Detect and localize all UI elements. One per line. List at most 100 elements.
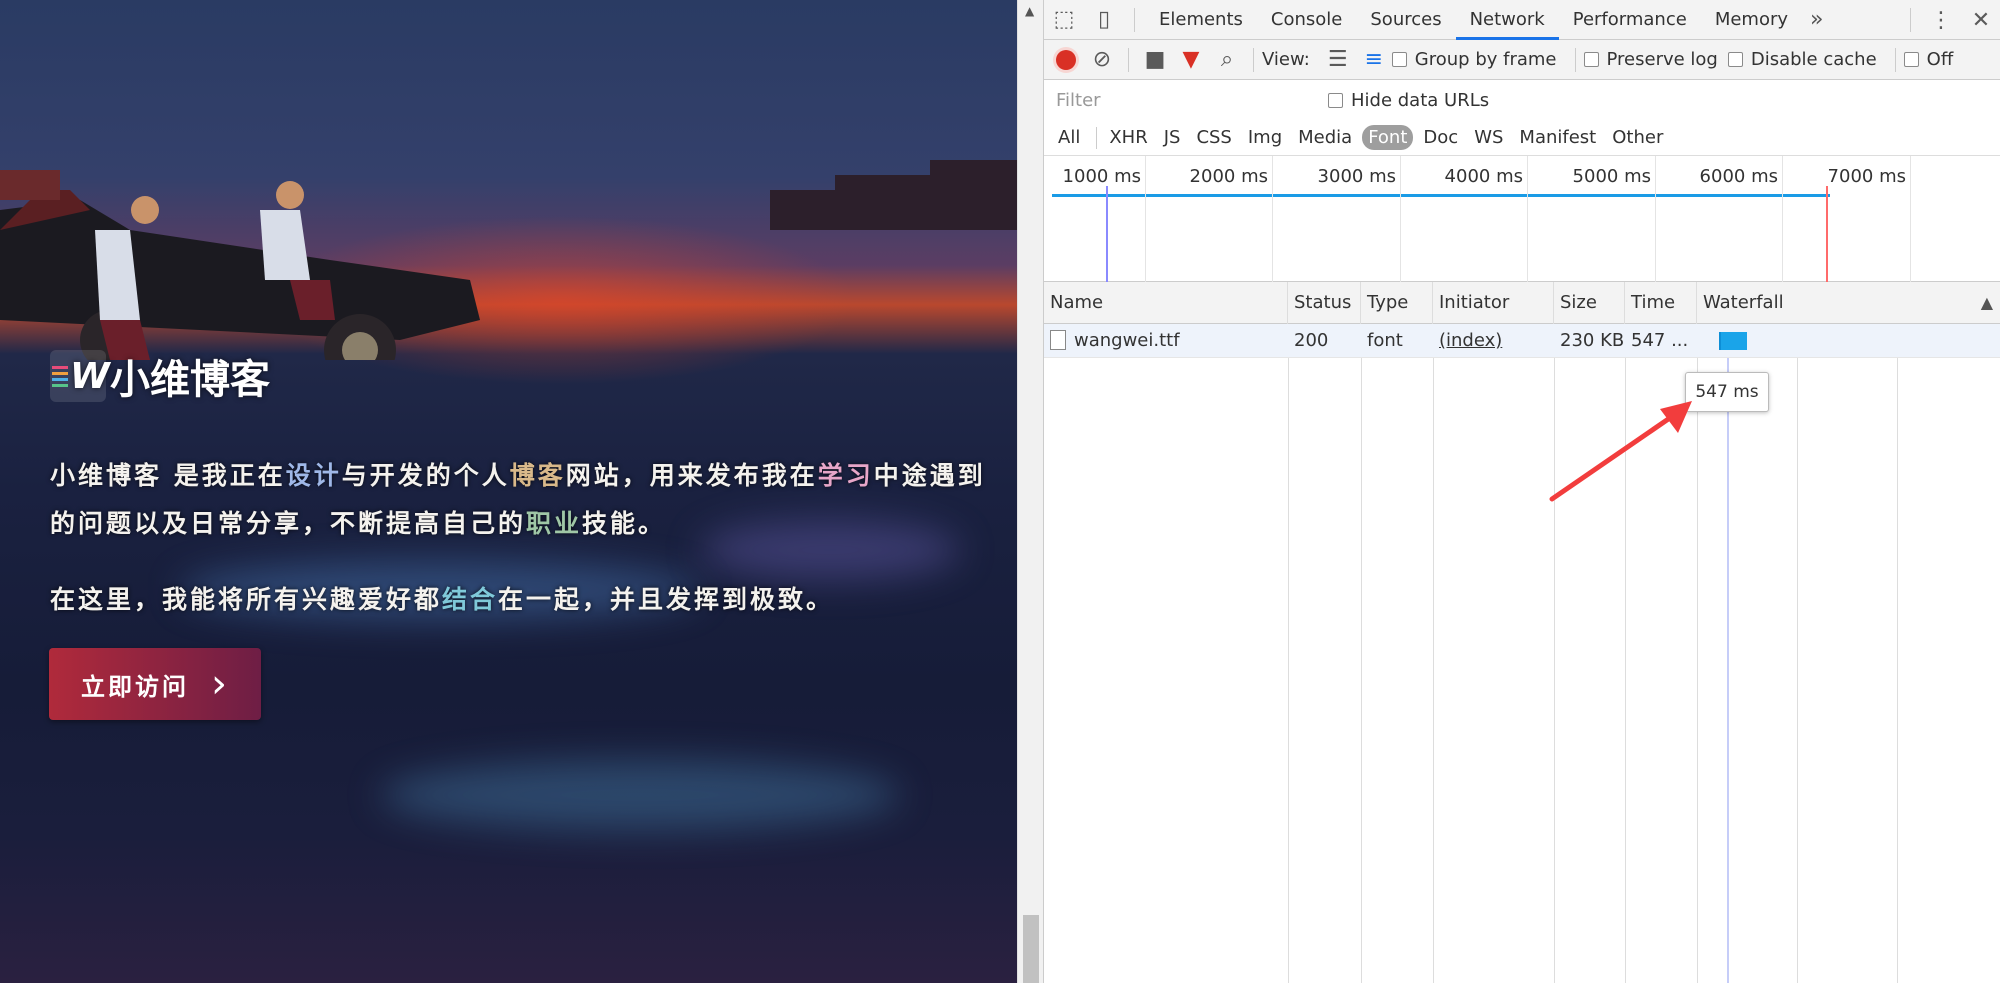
waterfall-grid-line xyxy=(1797,324,1798,983)
disable-cache-checkbox[interactable] xyxy=(1727,52,1743,67)
clear-icon[interactable]: ⊘ xyxy=(1084,47,1120,72)
highlighted-word: 结合 xyxy=(442,585,499,614)
column-header-type[interactable]: Type xyxy=(1361,282,1433,324)
column-header-status[interactable]: Status xyxy=(1288,282,1361,324)
waterfall-grid-line xyxy=(1897,324,1898,983)
column-header-name[interactable]: Name xyxy=(1044,282,1288,324)
logo-bars xyxy=(52,365,68,387)
intro-text: 小维博客 是我正在设计与开发的个人博客网站，用来发布我在学习中途遇到的问题以及日… xyxy=(50,452,990,652)
highlighted-word: 博客 xyxy=(509,461,566,490)
tab-memory[interactable]: Memory xyxy=(1701,0,1802,40)
chevron-right-icon: › xyxy=(211,661,230,707)
tab-console[interactable]: Console xyxy=(1257,0,1356,40)
intro-text-segment: 小维博客 是我正在 xyxy=(50,461,286,490)
type-filter-all[interactable]: All xyxy=(1052,125,1086,150)
kebab-menu-icon[interactable]: ⋮ xyxy=(1921,0,1961,40)
column-divider xyxy=(1288,324,1289,983)
preserve-log-checkbox[interactable] xyxy=(1583,52,1599,67)
cell-initiator[interactable]: (index) xyxy=(1433,324,1554,358)
timeline-tick-label: 7000 ms xyxy=(1827,166,1906,187)
waterfall-dom-line xyxy=(1727,324,1729,983)
capture-screenshots-icon[interactable]: ■ xyxy=(1137,47,1173,72)
divider xyxy=(1253,47,1254,72)
timeline-grid-line xyxy=(1782,156,1783,282)
column-header-size[interactable]: Size xyxy=(1554,282,1625,324)
type-filter-other[interactable]: Other xyxy=(1606,125,1669,150)
record-icon[interactable] xyxy=(1056,49,1076,70)
intro-text-segment: 技能。 xyxy=(582,509,667,538)
offline-label: Off xyxy=(1926,49,1954,70)
timeline-overview[interactable]: 1000 ms 2000 ms 3000 ms 4000 ms 5000 ms 6000 … xyxy=(1044,156,2000,282)
load-event-marker xyxy=(1826,186,1828,282)
filter-input[interactable] xyxy=(1052,85,1308,115)
divider xyxy=(1096,126,1098,149)
table-row[interactable]: wangwei.ttf 200 font (index) 230 KB 547 ... xyxy=(1044,324,2000,358)
panel-tabs: Elements Console Sources Network Performance… xyxy=(1145,0,1802,40)
tab-elements[interactable]: Elements xyxy=(1145,0,1257,40)
more-tabs-icon[interactable]: » xyxy=(1802,7,1831,32)
site-logo: W xyxy=(50,350,110,402)
cell-name: wangwei.ttf xyxy=(1044,324,1288,358)
timeline-tick-label: 5000 ms xyxy=(1572,166,1651,187)
waterfall-bar[interactable] xyxy=(1719,332,1747,350)
cell-type: font xyxy=(1361,324,1433,358)
large-rows-icon[interactable]: ☰ xyxy=(1320,47,1356,72)
divider xyxy=(1134,7,1135,32)
column-header-waterfall[interactable]: Waterfall xyxy=(1697,282,2000,324)
visit-now-label: 立即访问 xyxy=(81,671,189,701)
timeline-tick-label: 2000 ms xyxy=(1189,166,1268,187)
hide-data-urls-label: Hide data URLs xyxy=(1351,89,1490,111)
tab-sources[interactable]: Sources xyxy=(1356,0,1455,40)
tab-network[interactable]: Network xyxy=(1455,0,1559,40)
device-toolbar-icon[interactable]: ▯ xyxy=(1084,0,1124,40)
page-scrollbar[interactable]: ▲ xyxy=(1017,0,1043,983)
water-glow xyxy=(380,760,900,830)
intro-paragraph: 在这里，我能将所有兴趣爱好都结合在一起，并且发挥到极致。 xyxy=(50,576,990,624)
request-table: wangwei.ttf 200 font (index) 230 KB 547 ... xyxy=(1044,324,2000,983)
timeline-grid-line xyxy=(1400,156,1401,282)
devtools-tabbar: ⬚ ▯ Elements Console Sources Network Perform… xyxy=(1044,0,2000,40)
sort-ascending-icon[interactable]: ▲ xyxy=(1981,282,1993,324)
scroll-up-arrow-icon[interactable]: ▲ xyxy=(1025,4,1034,18)
cell-size: 230 KB xyxy=(1554,324,1625,358)
red-arrow-annotation xyxy=(1549,401,1692,502)
scrollbar-thumb[interactable] xyxy=(1023,915,1039,983)
timeline-tick-label: 6000 ms xyxy=(1699,166,1778,187)
inspect-element-icon[interactable]: ⬚ xyxy=(1044,0,1084,40)
timeline-grid-line xyxy=(1910,156,1911,282)
timeline-request-bar xyxy=(1052,194,1830,197)
search-icon[interactable]: ⌕ xyxy=(1209,47,1245,72)
type-filter-manifest[interactable]: Manifest xyxy=(1513,125,1602,150)
site-brand[interactable]: W 小维博客 xyxy=(50,350,270,403)
devtools-panel: ⬚ ▯ Elements Console Sources Network Perform… xyxy=(1043,0,2000,983)
tab-performance[interactable]: Performance xyxy=(1559,0,1701,40)
type-filter-js[interactable]: JS xyxy=(1158,125,1187,150)
file-icon xyxy=(1050,329,1066,350)
request-table-header: Waterfall Time Size Initiator Type Status Name… xyxy=(1044,282,2000,324)
highlighted-word: 设计 xyxy=(285,461,342,490)
disable-cache-label: Disable cache xyxy=(1750,49,1877,70)
type-filter-doc[interactable]: Doc xyxy=(1417,125,1464,150)
overview-icon[interactable]: ≡ xyxy=(1356,47,1392,72)
intro-text-segment: 与开发的个人 xyxy=(341,461,510,490)
type-filter-img[interactable]: Img xyxy=(1242,125,1288,150)
visit-now-button[interactable]: 立即访问 › xyxy=(49,648,261,720)
column-header-time[interactable]: Time xyxy=(1625,282,1697,324)
status-value: 200 xyxy=(1294,330,1329,351)
view-label: View: xyxy=(1262,49,1310,70)
column-divider xyxy=(1361,324,1362,983)
type-filter-font[interactable]: Font xyxy=(1362,125,1414,150)
type-filter-xhr[interactable]: XHR xyxy=(1103,125,1153,150)
type-filter-ws[interactable]: WS xyxy=(1468,125,1509,150)
close-icon[interactable]: ✕ xyxy=(1961,0,2000,40)
initiator-value: (index) xyxy=(1439,330,1503,351)
offline-checkbox[interactable] xyxy=(1903,52,1919,67)
type-filter-css[interactable]: CSS xyxy=(1190,125,1237,150)
hide-data-urls-checkbox[interactable] xyxy=(1328,92,1343,108)
divider xyxy=(1128,47,1129,72)
type-filter-media[interactable]: Media xyxy=(1292,125,1358,150)
group-by-frame-checkbox[interactable] xyxy=(1391,52,1407,67)
filter-icon[interactable]: ▼ xyxy=(1173,47,1209,72)
column-header-initiator[interactable]: Initiator xyxy=(1433,282,1554,324)
resource-type-filter: All XHR JS CSS Img Media Font Doc WS Manifest Othe… xyxy=(1044,120,2000,156)
